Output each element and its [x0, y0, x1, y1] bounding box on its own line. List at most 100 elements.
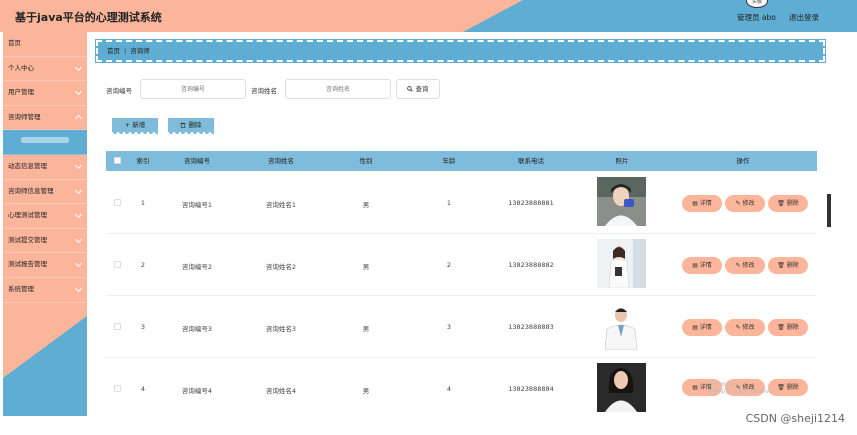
windows-notice-line1: 激活 Windows [708, 382, 742, 388]
col-code: 咨询编号 [184, 157, 210, 165]
edit-label: 修改 [742, 262, 755, 269]
col-name: 咨询姓名 [268, 157, 294, 165]
trash-icon: 🗑 [777, 324, 785, 331]
logout-button[interactable]: 退出登录 [789, 12, 819, 23]
breadcrumb-separator: | [124, 47, 127, 55]
sidebar: 首页 个人中心 用户管理 咨询师管理 动态信息管理 咨询师信息管理 心理测试管理… [3, 32, 87, 416]
sidebar-item-counselor-info[interactable]: 咨询师信息管理 [3, 180, 87, 205]
sidebar-item-label: 心理测试管理 [8, 211, 47, 220]
sidebar-item-label: 测试提交管理 [8, 235, 47, 244]
breadcrumb-current: 咨询师 [130, 47, 150, 55]
delete-label: 删除 [786, 384, 799, 391]
breadcrumb-home[interactable]: 首页 [107, 47, 120, 55]
pencil-icon: ✎ [735, 200, 741, 207]
cell-phone: 13823888882 [508, 261, 554, 269]
sidebar-item-label: 系统管理 [8, 284, 34, 293]
trash-icon: 🗑 [777, 384, 785, 391]
cell-index: 2 [140, 261, 146, 269]
sidebar-item-counselors[interactable]: 咨询师管理 [3, 106, 87, 131]
sidebar-item-label: 测试报告管理 [8, 260, 47, 269]
detail-label: 详情 [699, 200, 712, 207]
row-checkbox[interactable] [114, 385, 121, 392]
chevron-down-icon [74, 63, 83, 71]
counselor-photo[interactable] [597, 301, 646, 350]
query-button[interactable]: 查询 [396, 79, 440, 99]
cell-gender: 男 [362, 325, 370, 333]
user-name: 管理员 abo [737, 13, 776, 22]
table-row: 3 咨询编号3 咨询姓名3 男 3 13823888883 ▤ 详情 ✎ 修改 … [106, 296, 817, 358]
cell-phone: 13823888881 [508, 199, 554, 207]
detail-button[interactable]: ▤ 详情 [683, 196, 721, 211]
select-all-checkbox[interactable] [114, 157, 121, 164]
table-header: 索引 咨询编号 咨询姓名 性别 年龄 联系电话 照片 操作 [106, 151, 817, 171]
doc-icon: ▤ [692, 262, 698, 269]
counselor-photo[interactable] [597, 239, 646, 288]
sidebar-item-home[interactable]: 首页 [3, 32, 87, 57]
search-input-name[interactable] [285, 79, 391, 99]
sidebar-item-system[interactable]: 系统管理 [3, 278, 87, 303]
add-button[interactable]: + 新增 [112, 118, 158, 135]
app-title: 基于java平台的心理测试系统 [15, 11, 162, 24]
sidebar-item-reports[interactable]: 测试报告管理 [3, 253, 87, 278]
col-index: 索引 [136, 157, 150, 165]
sidebar-item-label: 咨询师管理 [8, 112, 41, 121]
sidebar-subitem-counselor[interactable] [3, 130, 87, 155]
cell-index: 1 [140, 199, 146, 207]
windows-notice-line2: 转到"设置"以激活 Windows。 [708, 389, 777, 395]
table-row: 2 咨询编号2 咨询姓名2 男 2 13823888882 ▤ 详情 ✎ 修改 … [106, 234, 817, 296]
cell-age: 3 [446, 323, 452, 331]
top-header: 基于java平台的心理测试系统 头像 管理员 abo 退出登录 [0, 0, 857, 32]
cell-name: 咨询姓名4 [265, 387, 297, 395]
delete-label: 删除 [786, 200, 799, 207]
cell-index: 4 [140, 385, 146, 393]
detail-button[interactable]: ▤ 详情 [683, 258, 721, 273]
sidebar-subitem-label [21, 137, 69, 144]
chevron-down-icon [74, 88, 83, 96]
search-icon [407, 86, 414, 92]
cell-name: 咨询姓名2 [265, 263, 297, 271]
delete-button[interactable]: 🗑 删除 [769, 258, 807, 273]
cell-code: 咨询编号1 [181, 201, 213, 209]
sidebar-item-tests[interactable]: 心理测试管理 [3, 204, 87, 229]
detail-button[interactable]: ▤ 详情 [683, 320, 721, 335]
doc-icon: ▤ [692, 324, 698, 331]
delete-button[interactable]: 🗑 删除 [769, 196, 807, 211]
col-phone: 联系电话 [518, 157, 544, 165]
edit-button[interactable]: ✎ 修改 [726, 320, 764, 335]
sidebar-item-label: 个人中心 [8, 63, 34, 72]
sidebar-item-label: 咨询师信息管理 [8, 186, 54, 195]
row-checkbox[interactable] [114, 323, 121, 330]
chevron-down-icon [74, 284, 83, 292]
counselor-photo[interactable] [597, 177, 646, 226]
search-label-name: 咨询姓名 [251, 87, 277, 95]
sidebar-item-news[interactable]: 动态信息管理 [3, 155, 87, 180]
chevron-down-icon [74, 186, 83, 194]
edit-button[interactable]: ✎ 修改 [726, 258, 764, 273]
batch-delete-button[interactable]: 删除 [168, 118, 214, 135]
cell-code: 咨询编号3 [181, 325, 213, 333]
search-input-code[interactable] [140, 79, 246, 99]
edit-button[interactable]: ✎ 修改 [726, 196, 764, 211]
sidebar-decoration [3, 316, 87, 416]
counselor-photo[interactable] [597, 363, 646, 412]
trash-icon: 🗑 [777, 200, 785, 207]
cell-index: 3 [140, 323, 146, 331]
detail-label: 详情 [699, 324, 712, 331]
cell-gender: 男 [362, 387, 370, 395]
row-checkbox[interactable] [114, 261, 121, 268]
trash-icon: 🗑 [777, 262, 785, 269]
windows-activation-notice: 激活 Windows 转到"设置"以激活 Windows。 [708, 382, 777, 396]
row-checkbox[interactable] [114, 199, 121, 206]
cell-age: 1 [446, 199, 452, 207]
doc-icon: ▤ [692, 200, 698, 207]
sidebar-item-submissions[interactable]: 测试提交管理 [3, 229, 87, 254]
cell-phone: 13823888884 [508, 385, 554, 393]
chevron-down-icon [74, 161, 83, 170]
plus-icon: + [124, 121, 131, 129]
scrollbar-thumb[interactable] [827, 194, 831, 227]
detail-label: 详情 [699, 262, 712, 269]
delete-label: 删除 [786, 262, 799, 269]
sidebar-item-profile[interactable]: 个人中心 [3, 57, 87, 82]
delete-button[interactable]: 🗑 删除 [769, 320, 807, 335]
sidebar-item-users[interactable]: 用户管理 [3, 81, 87, 106]
